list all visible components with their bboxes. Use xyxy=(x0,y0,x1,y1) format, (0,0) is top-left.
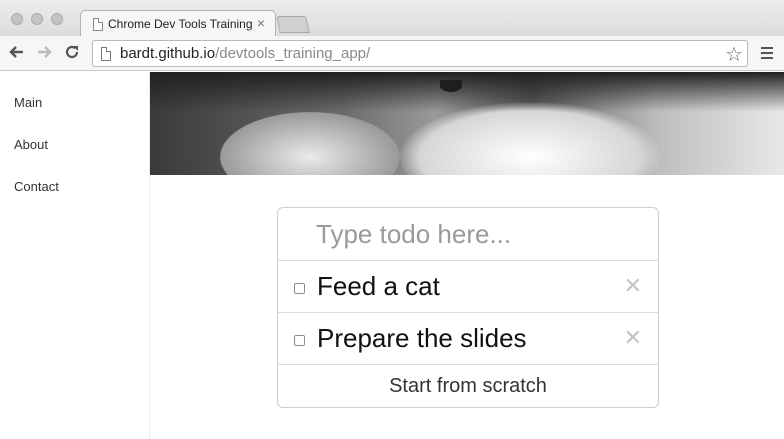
url-text[interactable]: bardt.github.io/devtools_training_app/ xyxy=(120,45,370,62)
todo-item: Feed a cat ✕ xyxy=(278,261,658,313)
sidebar-item-main[interactable]: Main xyxy=(14,95,42,110)
minimize-window-icon[interactable] xyxy=(31,13,43,25)
browser-tab[interactable]: Chrome Dev Tools Training × xyxy=(80,10,276,37)
url-path: /devtools_training_app/ xyxy=(215,45,371,62)
todo-checkbox[interactable] xyxy=(294,335,305,346)
page-content: Main About Contact Feed a cat ✕ Prepare … xyxy=(0,72,784,439)
todo-item: Prepare the slides ✕ xyxy=(278,313,658,365)
close-window-icon[interactable] xyxy=(11,13,23,25)
todo-checkbox[interactable] xyxy=(294,283,305,294)
sidebar-item-about[interactable]: About xyxy=(14,137,48,152)
tab-close-icon[interactable]: × xyxy=(257,15,265,31)
address-bar[interactable]: bardt.github.io/devtools_training_app/ ☆ xyxy=(92,40,748,67)
bookmark-star-icon[interactable]: ☆ xyxy=(725,42,743,67)
reload-icon[interactable] xyxy=(62,43,82,63)
url-host: bardt.github.io xyxy=(120,45,216,62)
tab-title: Chrome Dev Tools Training xyxy=(108,17,253,31)
delete-todo-icon[interactable]: ✕ xyxy=(624,273,642,299)
todo-item-text: Feed a cat xyxy=(317,271,440,301)
todo-input[interactable] xyxy=(278,208,658,261)
new-tab-button[interactable] xyxy=(276,16,310,33)
browser-toolbar: bardt.github.io/devtools_training_app/ ☆ xyxy=(0,36,784,71)
todo-list: Feed a cat ✕ Prepare the slides ✕ Start … xyxy=(277,207,659,408)
sidebar: Main About Contact xyxy=(0,72,150,439)
browser-titlebar: Chrome Dev Tools Training × xyxy=(0,0,784,37)
arrow-left-icon[interactable] xyxy=(7,43,27,63)
todo-item-text: Prepare the slides xyxy=(317,323,527,353)
page-info-icon[interactable] xyxy=(101,47,111,61)
sidebar-item-contact[interactable]: Contact xyxy=(14,179,59,194)
cat-hero-image xyxy=(150,72,784,175)
hamburger-menu-icon[interactable] xyxy=(761,47,773,59)
start-from-scratch-button[interactable]: Start from scratch xyxy=(278,366,658,407)
document-icon xyxy=(93,18,103,31)
maximize-window-icon[interactable] xyxy=(51,13,63,25)
delete-todo-icon[interactable]: ✕ xyxy=(624,325,642,351)
arrow-right-icon[interactable] xyxy=(34,43,54,63)
